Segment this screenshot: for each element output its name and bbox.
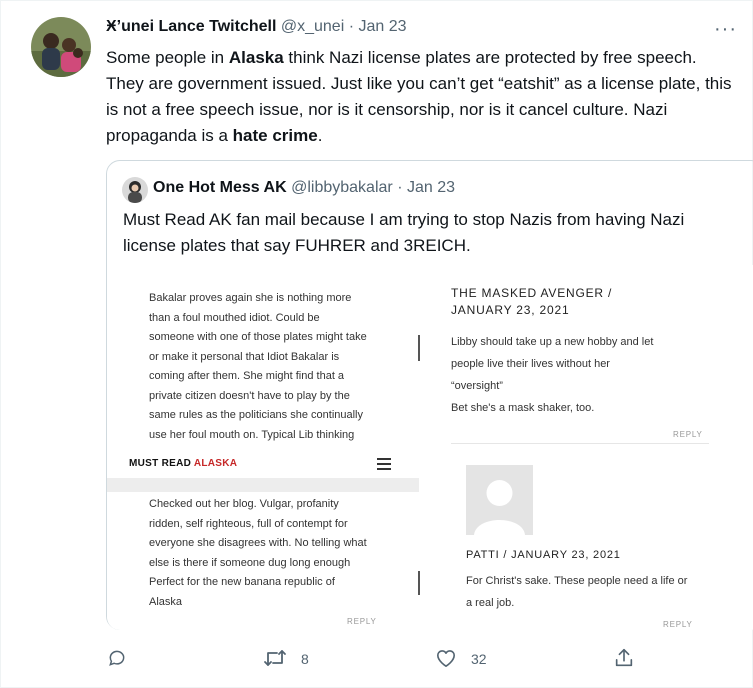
comment-2: Checked out her blog. Vulgar, profanity …: [149, 495, 399, 612]
reply-label: REPLY: [347, 617, 377, 626]
comment-1: Bakalar proves again she is nothing more…: [149, 289, 399, 445]
divider-band: [107, 478, 419, 492]
comment-line: someone with one of those plates might t…: [149, 331, 367, 343]
comment-line: “oversight”: [451, 380, 503, 392]
scroll-bar: [418, 335, 420, 361]
menu-icon: [377, 458, 391, 473]
text-bold-hate-crime: hate crime: [232, 126, 318, 145]
comment-masked-avenger: THE MASKED AVENGER / JANUARY 23, 2021 Li…: [451, 285, 711, 419]
text-segment: Some people in: [106, 48, 229, 67]
comment-line: everyone she disagrees with. No telling …: [149, 537, 367, 549]
share-button[interactable]: [613, 646, 635, 672]
tweet-header: Ӿ’unei Lance Twitchell @x_unei · Jan 23: [106, 18, 407, 36]
comment-line: same rules as the politicians she contin…: [149, 409, 364, 421]
heart-icon: [435, 648, 457, 671]
comment-line: coming after them. She might find that a: [149, 370, 345, 382]
quote-author-handle: @libbybakalar: [291, 179, 393, 196]
commenter-name: THE MASKED AVENGER /: [451, 286, 613, 300]
commenter-name: PATTI / JANUARY 23, 2021: [466, 549, 621, 561]
scroll-bar: [418, 571, 420, 595]
quote-author-name: One Hot Mess AK: [153, 179, 287, 196]
comment-line: Checked out her blog. Vulgar, profanity: [149, 498, 339, 510]
comment-line: Bakalar proves again she is nothing more: [149, 292, 352, 304]
quoted-tweet[interactable]: One Hot Mess AK @libbybakalar · Jan 23 M…: [106, 160, 753, 630]
quote-author-avatar: [122, 177, 148, 203]
retweet-button[interactable]: 8: [263, 646, 309, 672]
site-logo: MUST READ ALASKA: [129, 458, 237, 469]
comment-line: private citizen doesn't have to play by …: [149, 389, 350, 402]
text-segment: .: [317, 126, 323, 145]
tweet-text: Some people in Alaska think Nazi license…: [106, 45, 736, 149]
site-name-black: MUST READ: [129, 458, 194, 469]
tweet-date[interactable]: Jan 23: [358, 18, 406, 35]
author-name[interactable]: Ӿ’unei Lance Twitchell: [106, 18, 276, 35]
author-avatar[interactable]: [31, 17, 91, 77]
comment-line: Alaska: [149, 595, 183, 608]
comment-date: JANUARY 23, 2021: [451, 303, 570, 317]
comment-line: people live their lives without her: [451, 358, 610, 370]
comment-line: Bet she's a mask shaker, too.: [451, 402, 595, 414]
author-handle[interactable]: @x_unei: [281, 18, 344, 35]
quote-header: One Hot Mess AK @libbybakalar · Jan 23: [153, 179, 455, 197]
quote-date: Jan 23: [406, 179, 456, 196]
comment-line: a real job.: [466, 597, 515, 609]
fade: [107, 443, 419, 455]
more-options-icon[interactable]: ···: [714, 18, 737, 41]
text-bold-alaska: Alaska: [228, 48, 284, 67]
comment-line: For Christ's sake. These people need a l…: [466, 575, 688, 587]
site-name-red: ALASKA: [193, 458, 238, 469]
like-count: 32: [471, 651, 487, 667]
attached-image[interactable]: Bakalar proves again she is nothing more…: [107, 265, 753, 630]
default-avatar: [466, 465, 533, 535]
comment-line: Perfect for the new banana republic of: [149, 576, 335, 588]
comment-icon: [107, 648, 127, 671]
reply-label: REPLY: [673, 430, 703, 439]
comment-line: than a foul mouthed idiot. Could be: [149, 311, 320, 324]
separator-dot: ·: [397, 179, 403, 196]
comment-line: Libby should take up a new hobby and let: [451, 336, 654, 348]
retweet-count: 8: [301, 651, 309, 667]
retweet-icon: [263, 648, 287, 671]
comment-line: ridden, self righteous, full of contempt…: [149, 517, 348, 530]
comment-line: or make it personal that Idiot Bakalar i…: [149, 350, 340, 363]
like-button[interactable]: 32: [435, 646, 487, 672]
reply-label: REPLY: [663, 620, 693, 629]
share-icon: [613, 647, 635, 672]
separator-dot: ·: [348, 18, 355, 35]
reply-button[interactable]: [107, 646, 127, 672]
divider: [451, 443, 709, 444]
comment-patti: For Christ's sake. These people need a l…: [466, 570, 687, 614]
quote-text: Must Read AK fan mail because I am tryin…: [123, 210, 685, 255]
comment-line: else is there if someone dug long enough: [149, 556, 351, 569]
